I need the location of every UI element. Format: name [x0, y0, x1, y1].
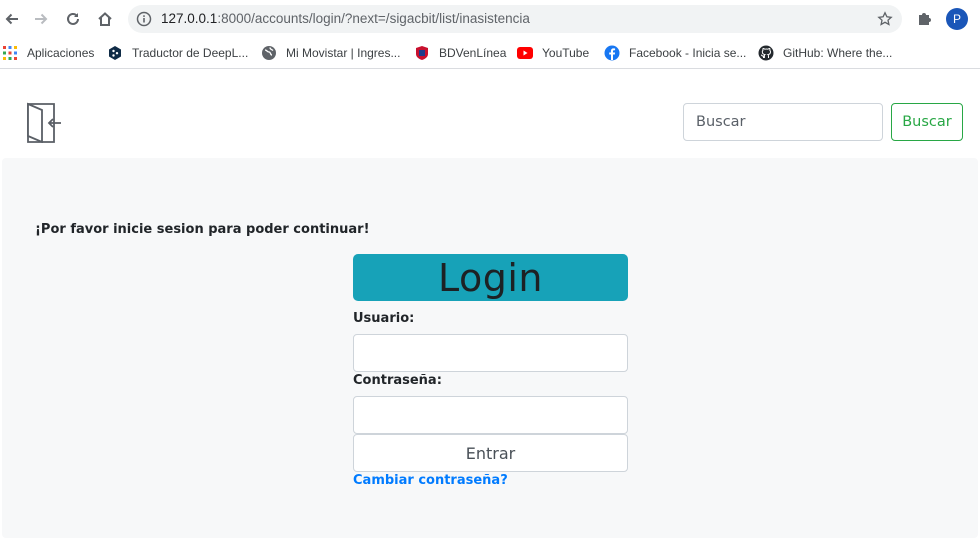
address-bar[interactable]: 127.0.0.1:8000/accounts/login/?next=/sig… — [128, 5, 902, 33]
home-icon[interactable] — [93, 7, 117, 31]
search-input[interactable] — [683, 103, 883, 141]
bookmark-label: BDVenLínea — [439, 46, 507, 60]
youtube-icon — [517, 45, 533, 61]
password-field[interactable] — [353, 396, 628, 434]
submit-button[interactable]: Entrar — [353, 434, 628, 472]
bookmark-github[interactable]: GitHub: Where the... — [758, 43, 892, 63]
browser-toolbar: 127.0.0.1:8000/accounts/login/?next=/sig… — [0, 0, 980, 38]
profile-avatar[interactable]: P — [946, 8, 968, 30]
username-label: Usuario: — [353, 311, 415, 326]
bookmark-label: Aplicaciones — [27, 46, 95, 60]
reload-icon[interactable] — [61, 7, 85, 31]
extensions-puzzle-icon[interactable] — [915, 9, 935, 29]
site-header: Buscar — [0, 70, 980, 158]
bookmark-label: YouTube — [542, 46, 590, 60]
site-info-icon[interactable] — [136, 11, 152, 27]
username-field[interactable] — [353, 334, 628, 372]
bookmark-label: GitHub: Where the... — [783, 46, 893, 60]
apps-grid-icon — [2, 45, 18, 61]
url-path: :8000/accounts/login/?next=/sigacbit/lis… — [217, 11, 530, 26]
search-button[interactable]: Buscar — [891, 103, 963, 141]
login-title: Login — [353, 254, 628, 301]
deepl-icon — [107, 45, 123, 61]
back-icon[interactable] — [0, 7, 24, 31]
bookmark-star-icon[interactable] — [877, 11, 893, 27]
bookmark-movistar[interactable]: Mi Movistar | Ingres... — [261, 43, 400, 63]
bookmark-label: Mi Movistar | Ingres... — [286, 46, 401, 60]
facebook-icon — [604, 45, 620, 61]
url-host: 127.0.0.1 — [161, 11, 218, 26]
bookmark-apps[interactable]: Aplicaciones — [2, 43, 94, 63]
forward-icon[interactable] — [29, 7, 53, 31]
bookmark-bdvenlinea[interactable]: BDVenLínea — [414, 43, 506, 63]
bdv-icon — [414, 45, 430, 61]
login-required-notice: ¡Por favor inicie sesion para poder cont… — [35, 222, 370, 237]
bookmark-deepl[interactable]: Traductor de DeepL... — [107, 43, 248, 63]
login-door-icon[interactable] — [24, 101, 64, 144]
bookmark-label: Traductor de DeepL... — [132, 46, 249, 60]
bookmark-facebook[interactable]: Facebook - Inicia se... — [604, 43, 746, 63]
main-content: ¡Por favor inicie sesion para poder cont… — [2, 158, 978, 538]
github-icon — [758, 45, 774, 61]
bookmark-label: Facebook - Inicia se... — [629, 46, 747, 60]
globe-icon — [261, 45, 277, 61]
bookmark-youtube[interactable]: YouTube — [517, 43, 589, 63]
change-password-link[interactable]: Cambiar contraseña? — [353, 473, 508, 488]
address-url: 127.0.0.1:8000/accounts/login/?next=/sig… — [161, 11, 530, 26]
bookmarks-bar: Aplicaciones Traductor de DeepL... Mi Mo… — [0, 38, 980, 69]
password-label: Contraseña: — [353, 373, 442, 388]
